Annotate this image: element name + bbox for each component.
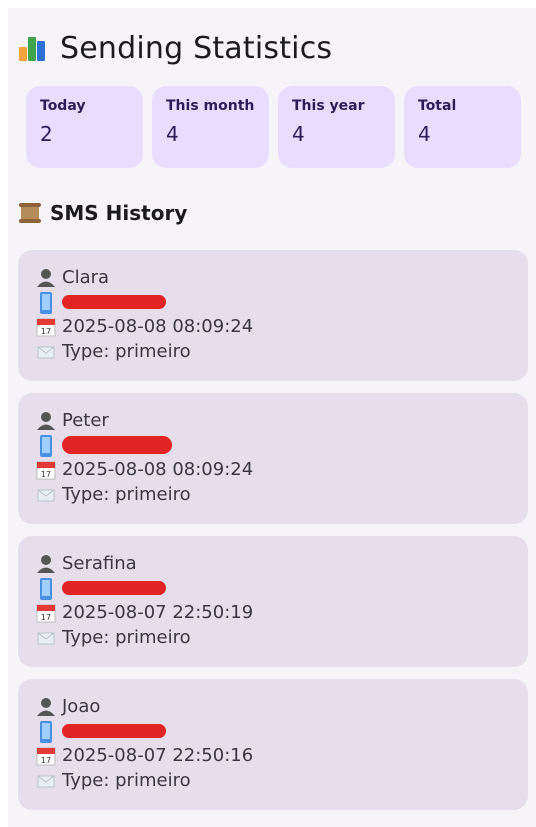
redacted-phone-number [62, 295, 166, 309]
person-icon [36, 554, 56, 574]
mobile-phone-icon [36, 578, 56, 600]
stat-card-today: Today 2 [26, 86, 143, 168]
mobile-phone-icon [36, 435, 56, 457]
list-item[interactable]: Clara 17 2025-08-08 08:09:24 Type: prime… [18, 250, 528, 381]
redacted-phone-number [62, 436, 172, 454]
svg-text:17: 17 [41, 613, 51, 622]
message-type: Type: primeiro [62, 341, 191, 362]
mobile-phone-icon [36, 721, 56, 743]
stat-card-this-year: This year 4 [278, 86, 395, 168]
sent-datetime: 2025-08-08 08:09:24 [62, 459, 254, 480]
sms-history-list: Clara 17 2025-08-08 08:09:24 Type: prime… [18, 250, 528, 822]
contact-name: Peter [62, 410, 109, 431]
sent-datetime: 2025-08-08 08:09:24 [62, 316, 254, 337]
stat-value: 4 [166, 122, 179, 146]
message-type: Type: primeiro [62, 484, 191, 505]
envelope-icon [36, 485, 56, 505]
list-item[interactable]: Peter 17 2025-08-08 08:09:24 Type: prime… [18, 393, 528, 524]
envelope-icon [36, 771, 56, 791]
message-type: Type: primeiro [62, 627, 191, 648]
redacted-phone-number [62, 724, 166, 738]
calendar-icon: 17 [36, 603, 56, 623]
page-header: Sending Statistics [18, 28, 332, 68]
stats-row: Today 2 This month 4 This year 4 Total 4 [26, 86, 521, 168]
stat-label: This year [292, 98, 365, 114]
sent-datetime: 2025-08-07 22:50:16 [62, 745, 254, 766]
contact-name: Joao [62, 696, 101, 717]
bar-chart-icon [18, 33, 48, 63]
contact-name: Serafina [62, 553, 137, 574]
person-icon [36, 268, 56, 288]
calendar-icon: 17 [36, 317, 56, 337]
redacted-phone-number [62, 581, 166, 595]
app-screen: Sending Statistics Today 2 This month 4 … [8, 8, 536, 827]
person-icon [36, 697, 56, 717]
stat-label: Today [40, 98, 86, 114]
stat-card-total: Total 4 [404, 86, 521, 168]
stat-value: 4 [292, 122, 305, 146]
svg-text:17: 17 [41, 470, 51, 479]
page-title: Sending Statistics [60, 30, 333, 66]
person-icon [36, 411, 56, 431]
message-type: Type: primeiro [62, 770, 191, 791]
stat-card-this-month: This month 4 [152, 86, 269, 168]
contact-name: Clara [62, 267, 110, 288]
envelope-icon [36, 628, 56, 648]
stat-label: This month [166, 98, 255, 114]
sent-datetime: 2025-08-07 22:50:19 [62, 602, 254, 623]
stat-label: Total [418, 98, 457, 114]
stat-value: 4 [418, 122, 431, 146]
calendar-icon: 17 [36, 746, 56, 766]
list-item[interactable]: Joao 17 2025-08-07 22:50:16 Type: primei… [18, 679, 528, 810]
mobile-phone-icon [36, 292, 56, 314]
envelope-icon [36, 342, 56, 362]
calendar-icon: 17 [36, 460, 56, 480]
svg-text:17: 17 [41, 756, 51, 765]
scroll-icon [18, 202, 42, 224]
svg-text:17: 17 [41, 327, 51, 336]
history-title: SMS History [50, 201, 188, 225]
history-heading: SMS History [18, 201, 187, 225]
list-item[interactable]: Serafina 17 2025-08-07 22:50:19 Type: pr… [18, 536, 528, 667]
stat-value: 2 [40, 122, 53, 146]
